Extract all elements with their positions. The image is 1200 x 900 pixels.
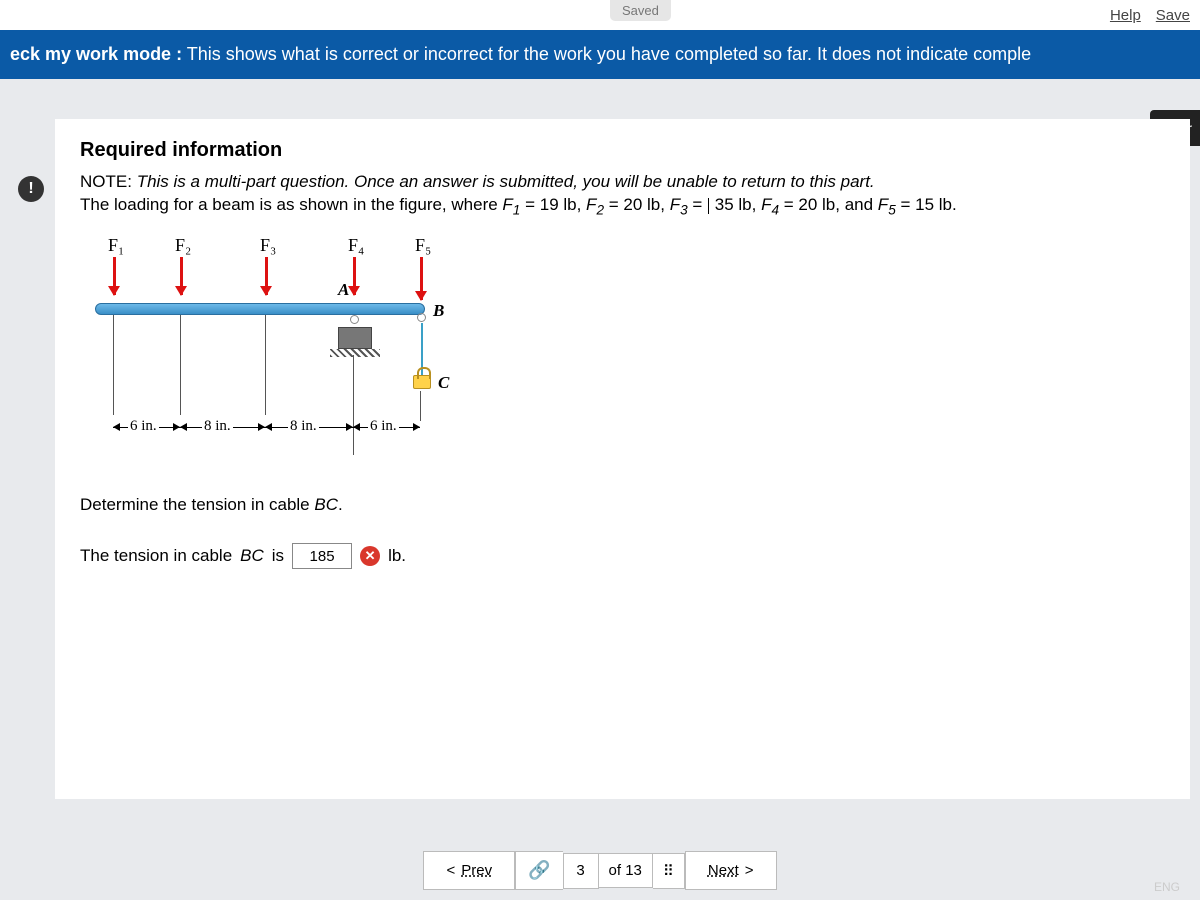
hatch-a (330, 349, 380, 357)
answer-var: BC (240, 546, 264, 566)
ring-b (417, 313, 426, 322)
incorrect-icon: ✕ (360, 546, 380, 566)
nav-mid: 🔗 of 13 ⠿ (515, 851, 685, 890)
mode-description: This shows what is correct or incorrect … (187, 44, 1031, 64)
page-total: of 13 (599, 853, 653, 888)
tick-4 (353, 355, 354, 455)
tick-1 (113, 315, 114, 415)
answer-input[interactable] (292, 543, 352, 569)
answer-pre: The tension in cable (80, 546, 232, 566)
tick-3 (265, 315, 266, 415)
loading-line: The loading for a beam is as shown in th… (80, 195, 1165, 217)
label-f4: F₄ (348, 235, 364, 256)
help-link[interactable]: Help (1110, 7, 1141, 24)
dimlabel-1: 6 in. (128, 418, 159, 435)
lock-icon (413, 375, 431, 389)
arrow-f2 (180, 257, 183, 295)
grid-icon[interactable]: ⠿ (653, 853, 685, 889)
saved-indicator: Saved (610, 0, 671, 21)
answer-line: The tension in cable BC is ✕ lb. (80, 543, 1165, 569)
arrow-f4 (353, 257, 356, 295)
info-icon[interactable]: ! (18, 176, 44, 202)
label-a: A (338, 280, 349, 300)
chevron-left-icon: < (446, 862, 455, 879)
tick-5 (420, 391, 421, 421)
pin-a (350, 315, 359, 324)
mode-label: eck my work mode : (10, 44, 182, 64)
label-f2: F₂ (175, 235, 191, 256)
required-title: Required information (80, 139, 1165, 162)
label-f5: F₅ (415, 235, 431, 256)
question-panel: Required information NOTE: This is a mul… (55, 119, 1190, 799)
next-button[interactable]: Next > (685, 851, 777, 890)
prev-button[interactable]: < Prev (423, 851, 515, 890)
note-prefix: NOTE: (80, 172, 132, 191)
label-f1: F₁ (108, 235, 124, 256)
question-prompt: Determine the tension in cable BC. (80, 495, 1165, 515)
text-cursor-icon (708, 198, 709, 214)
tick-2 (180, 315, 181, 415)
arrow-f5 (420, 257, 423, 300)
beam-figure: F₁ F₂ F₃ F₄ F₅ A B C 6 in. 8 in. (80, 235, 500, 465)
chevron-right-icon: > (745, 862, 754, 879)
label-f3: F₃ (260, 235, 276, 256)
label-b: B (433, 301, 444, 321)
answer-unit: lb. (388, 546, 406, 566)
link-icon[interactable]: 🔗 (515, 851, 562, 890)
answer-post: is (272, 546, 284, 566)
language-indicator: ENG (1154, 880, 1180, 894)
dimlabel-3: 8 in. (288, 418, 319, 435)
note-text: This is a multi-part question. Once an a… (137, 172, 875, 191)
dimlabel-2: 8 in. (202, 418, 233, 435)
arrow-f1 (113, 257, 116, 295)
note-line: NOTE: This is a multi-part question. Onc… (80, 172, 1165, 192)
mode-banner: eck my work mode : This shows what is co… (0, 30, 1200, 79)
save-link[interactable]: Save (1156, 7, 1190, 24)
beam (95, 303, 425, 315)
top-bar: Help Save (0, 0, 1200, 30)
label-c: C (438, 373, 449, 393)
nav-bar: < Prev 🔗 of 13 ⠿ Next > (0, 851, 1200, 890)
dimlabel-4: 6 in. (368, 418, 399, 435)
arrow-f3 (265, 257, 268, 295)
page-input[interactable] (563, 853, 599, 889)
support-a (338, 327, 372, 349)
